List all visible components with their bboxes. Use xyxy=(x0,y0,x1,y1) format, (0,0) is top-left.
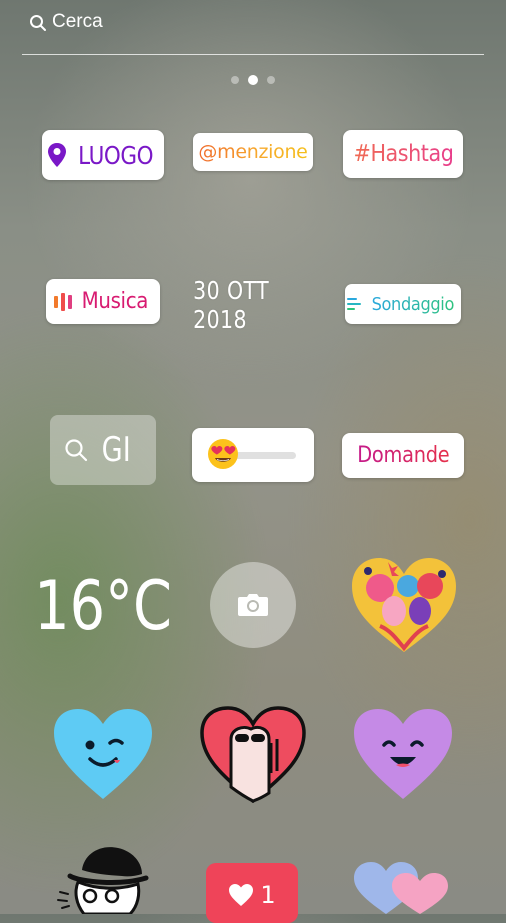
location-pin-icon xyxy=(48,143,67,167)
heart-icon xyxy=(229,884,254,906)
gif-sticker[interactable]: GI xyxy=(50,415,156,485)
search-icon xyxy=(30,15,46,31)
heart-eyes-emoji-icon xyxy=(208,439,238,469)
like-counter-sticker[interactable]: 1 xyxy=(206,863,298,923)
page-dot-active xyxy=(248,75,258,85)
poll-label: Sondaggio xyxy=(371,293,455,315)
camera-icon xyxy=(238,594,268,616)
hashtag-sticker[interactable]: #Hashtag xyxy=(343,130,463,178)
pastel-hearts-sticker[interactable] xyxy=(352,860,458,914)
date-sticker[interactable]: 30 OTT 2018 xyxy=(193,276,313,334)
music-label: Musica xyxy=(81,289,149,314)
purple-smile-heart-sticker[interactable] xyxy=(352,707,454,801)
location-sticker[interactable]: LUOGO xyxy=(42,130,164,180)
hat-character-sticker[interactable] xyxy=(52,842,156,914)
location-label: LUOGO xyxy=(78,140,154,170)
poll-lines-icon xyxy=(347,298,362,310)
camera-sticker-button[interactable] xyxy=(210,562,296,648)
search-input[interactable]: Cerca xyxy=(52,11,103,33)
page-indicator xyxy=(0,75,506,85)
questions-label: Domande xyxy=(356,443,450,468)
mention-sticker[interactable]: @menzione xyxy=(193,133,313,171)
temperature-label: 16°C xyxy=(34,566,172,646)
questions-sticker[interactable]: Domande xyxy=(342,433,464,478)
search-bar[interactable]: Cerca xyxy=(22,8,484,55)
emoji-slider-sticker[interactable] xyxy=(192,428,314,482)
floral-heart-sticker[interactable] xyxy=(350,556,458,654)
like-count-label: 1 xyxy=(260,881,276,909)
search-icon xyxy=(65,439,88,462)
music-bars-icon xyxy=(54,292,73,311)
slider-track xyxy=(232,452,296,459)
peeking-character-heart-sticker[interactable] xyxy=(199,705,307,803)
music-sticker[interactable]: Musica xyxy=(46,279,160,324)
mention-label: @menzione xyxy=(198,141,308,163)
temperature-sticker[interactable]: 16°C xyxy=(34,566,172,646)
page-dot xyxy=(231,76,239,84)
poll-sticker[interactable]: Sondaggio xyxy=(345,284,461,324)
page-dot xyxy=(267,76,275,84)
hashtag-label: #Hashtag xyxy=(353,141,453,167)
gif-label: GI xyxy=(101,430,131,470)
date-label: 30 OTT 2018 xyxy=(193,276,270,334)
blue-wink-heart-sticker[interactable] xyxy=(52,707,154,801)
